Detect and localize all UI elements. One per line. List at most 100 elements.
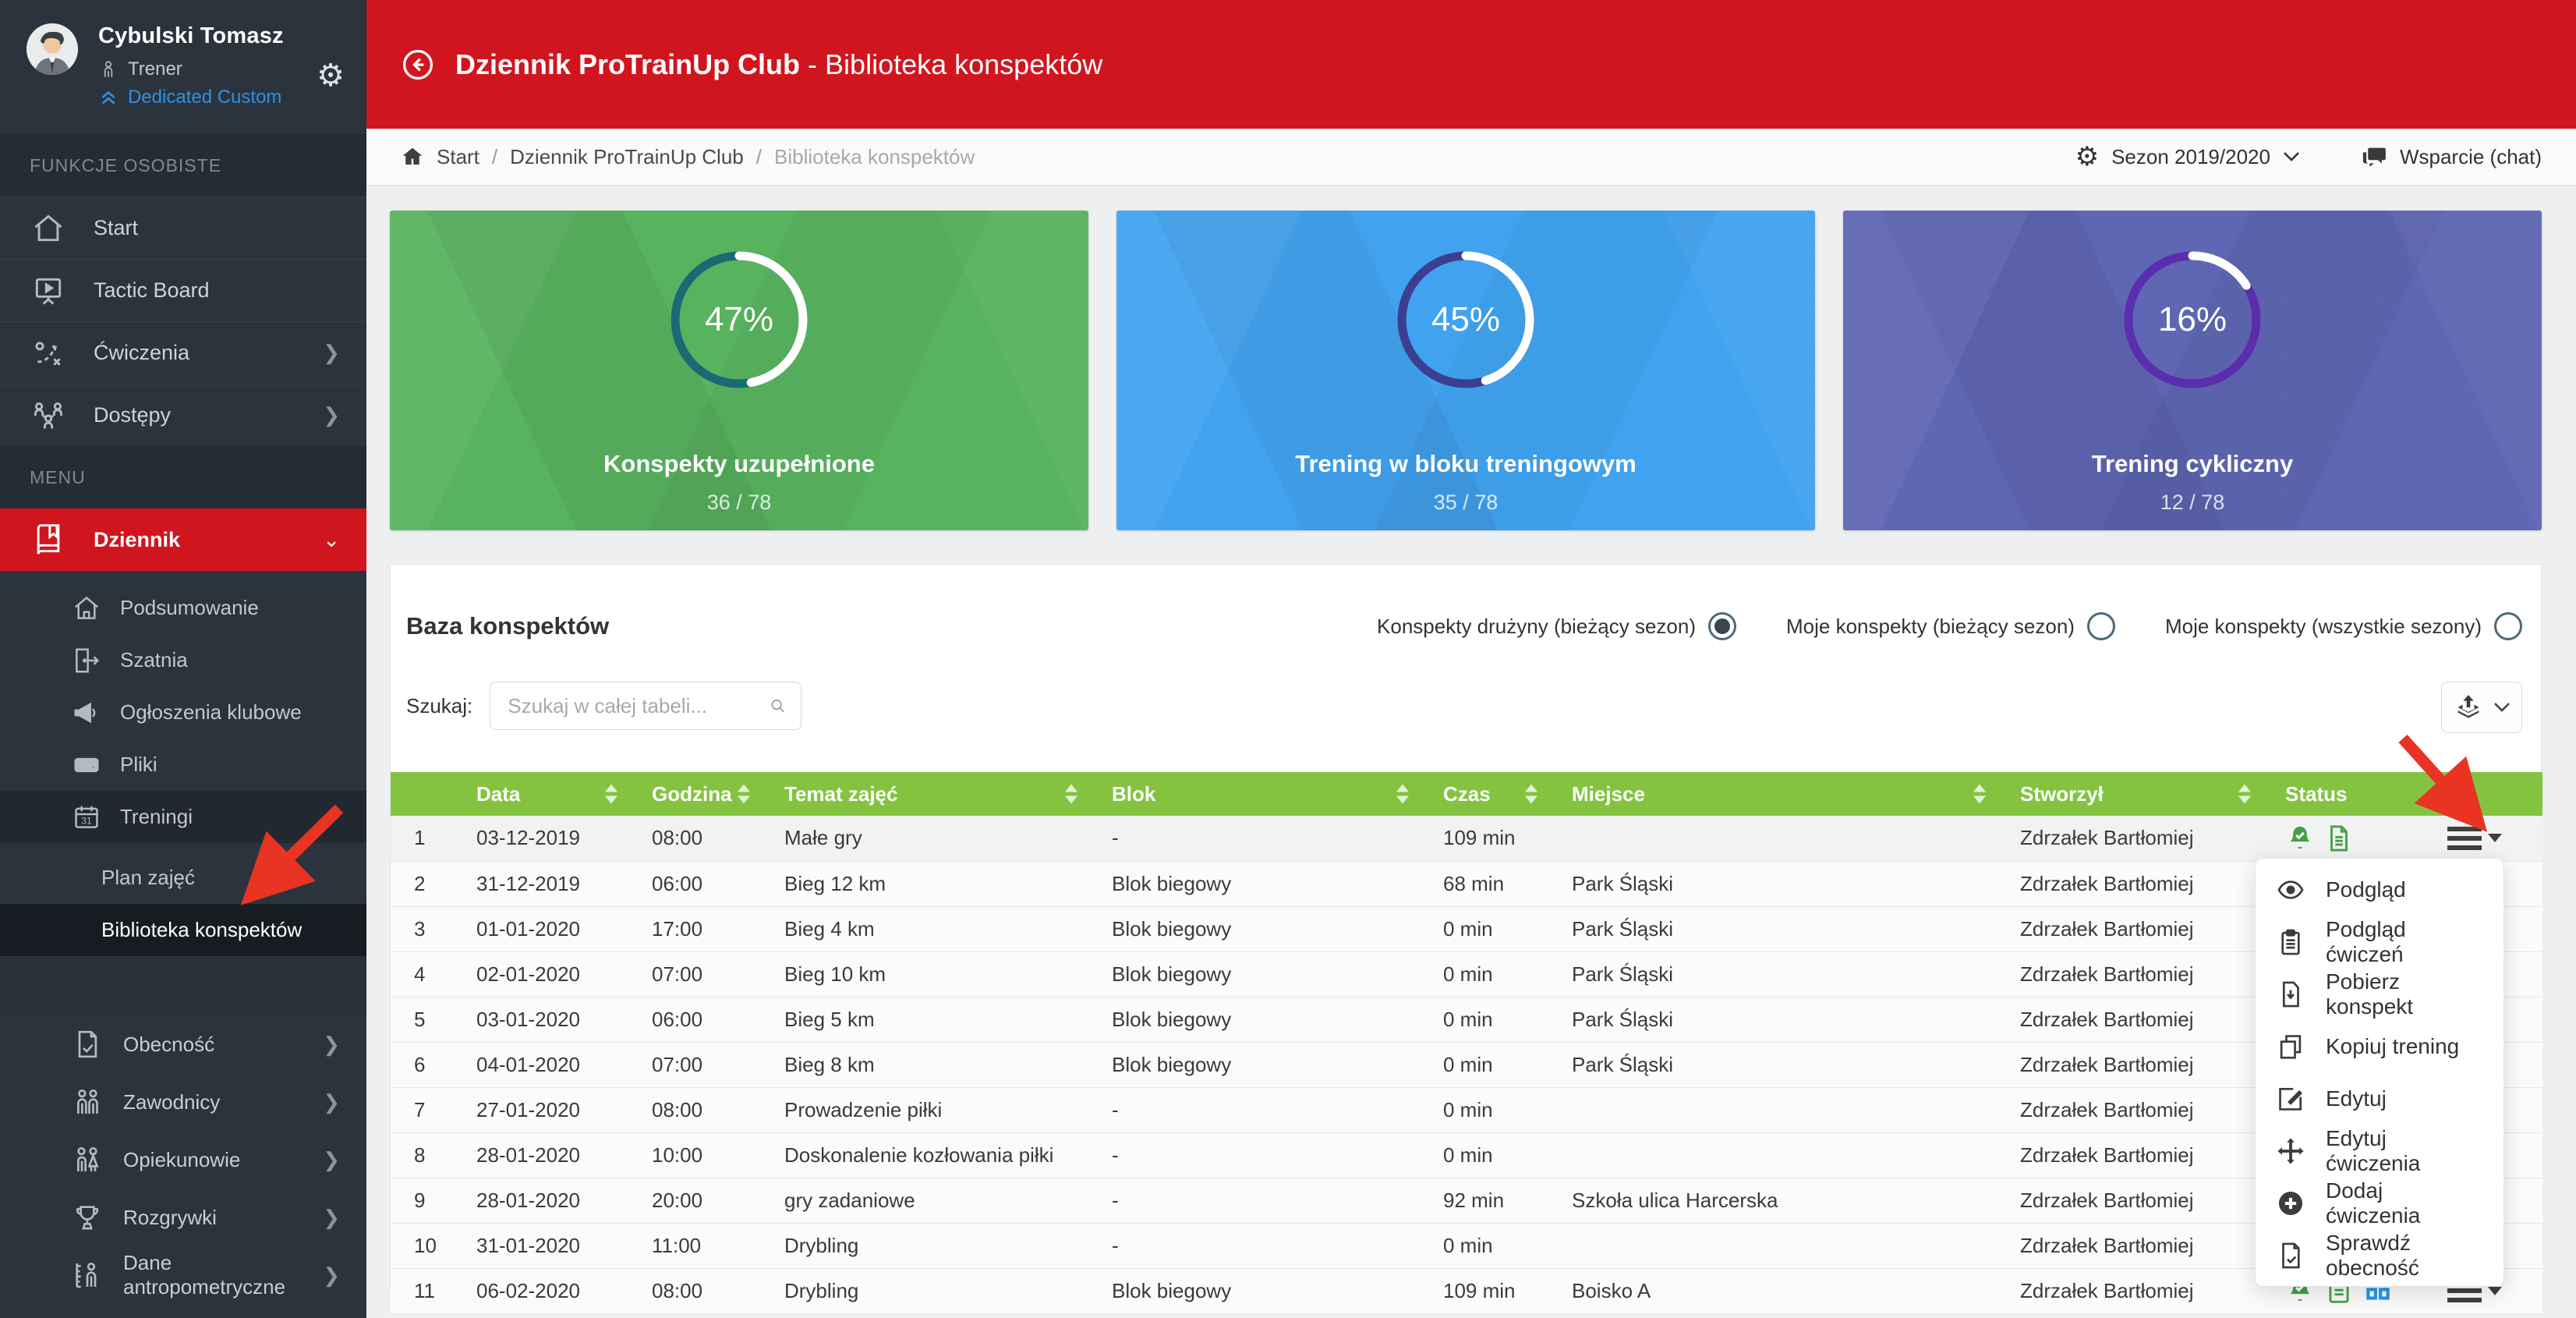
col-miejsce[interactable]: Miejsce [1548, 772, 1997, 816]
chevron-right-icon: ❯ [323, 341, 340, 365]
col-stworzyl[interactable]: Stworzył [1997, 772, 2262, 816]
col-godzina[interactable]: Godzina [628, 772, 761, 816]
col-czas[interactable]: Czas [1420, 772, 1548, 816]
sidebar-item-zawodnicy[interactable]: Zawodnicy ❯ [0, 1073, 366, 1131]
export-button[interactable] [2441, 682, 2522, 733]
table-row[interactable]: 727-01-202008:00 Prowadzenie piłki-0 min… [391, 1087, 2542, 1132]
sidebar-item-dostepy[interactable]: Dostępy ❯ [0, 384, 366, 446]
page-title: Dziennik ProTrainUp Club - Biblioteka ko… [455, 48, 1102, 81]
main-content: 47% Konspekty uzupełnione 36 / 78 45% Tr… [366, 186, 2576, 1318]
search-input[interactable] [508, 694, 769, 718]
chevron-right-icon: ❯ [323, 1090, 340, 1114]
breadcrumb-dziennik[interactable]: Dziennik ProTrainUp Club [510, 145, 744, 169]
card-title: Trening cykliczny [1843, 450, 2542, 478]
menu-item-edytuj-cwiczenia[interactable]: Edytuj ćwiczenia [2256, 1125, 2503, 1177]
table-row[interactable]: 231-12-201906:00 Bieg 12 kmBlok biegowy6… [391, 861, 2542, 906]
sort-icon[interactable] [1065, 785, 1077, 804]
user-role: Trener [128, 58, 182, 80]
menu-item-edytuj[interactable]: Edytuj [2256, 1072, 2503, 1125]
table-row[interactable]: 928-01-202020:00 gry zadaniowe-92 min Sz… [391, 1178, 2542, 1223]
table-row[interactable]: 402-01-202007:00 Bieg 10 kmBlok biegowy0… [391, 951, 2542, 997]
user-plan-link[interactable]: Dedicated Custom [98, 87, 317, 108]
caret-down-icon [2488, 1287, 2502, 1295]
table-row[interactable]: 1031-01-202011:00 Drybling-0 min Zdrzałe… [391, 1223, 2542, 1268]
sidebar-item-obecnosc[interactable]: Obecność ❯ [0, 1015, 366, 1073]
access-network-icon [31, 399, 65, 433]
sidebar-divider [0, 956, 366, 1015]
radio-moje-wszystkie[interactable]: Moje konspekty (wszystkie sezony) [2165, 612, 2522, 640]
stat-card-konspekty: 47% Konspekty uzupełnione 36 / 78 [390, 211, 1088, 530]
breadcrumb-start[interactable]: Start [437, 145, 479, 169]
search-box [490, 682, 801, 730]
menu-item-dodaj-cwiczenia[interactable]: Dodaj ćwiczenia [2256, 1177, 2503, 1229]
row-actions-menu-button[interactable] [2447, 827, 2502, 850]
sidebar-item-opiekunowie[interactable]: Opiekunowie ❯ [0, 1131, 366, 1189]
move-icon [2276, 1136, 2305, 1166]
sidebar-item-treningi[interactable]: 31 Treningi ⌄ [0, 791, 366, 843]
menu-item-podglad[interactable]: Podgląd [2256, 863, 2503, 916]
calendar-icon: 31 [72, 802, 101, 832]
sort-icon[interactable] [738, 785, 750, 804]
sidebar-item-dziennik[interactable]: Dziennik ⌄ [0, 508, 366, 571]
sidebar-item-dane-antropometryczne[interactable]: Dane antropometryczne ❯ [0, 1246, 366, 1304]
avatar [27, 23, 78, 75]
sidebar-item-plan-zajec[interactable]: Plan zajęć [0, 852, 366, 904]
sidebar-item-podsumowanie[interactable]: Podsumowanie [0, 582, 366, 634]
stat-cards: 47% Konspekty uzupełnione 36 / 78 45% Tr… [390, 211, 2542, 530]
person-icon [98, 59, 119, 80]
table-header-row: Data Godzina Temat zajęć Blok Czas Miejs… [391, 772, 2542, 816]
double-chevron-up-icon [98, 87, 119, 108]
table-row[interactable]: 301-01-202017:00 Bieg 4 kmBlok biegowy0 … [391, 906, 2542, 951]
table-row[interactable]: 503-01-202006:00 Bieg 5 kmBlok biegowy0 … [391, 997, 2542, 1042]
sidebar-item-start[interactable]: Start [0, 197, 366, 259]
door-exit-icon [72, 646, 101, 675]
sidebar-item-ogloszenia[interactable]: Ogłoszenia klubowe [0, 686, 366, 739]
radio-moje-biezacy[interactable]: Moje konspekty (bieżący sezon) [1786, 612, 2115, 640]
radio-button[interactable] [2087, 612, 2115, 640]
chevron-right-icon: ❯ [323, 1033, 340, 1057]
sort-icon[interactable] [1525, 785, 1537, 804]
attendance-doc-icon [72, 1029, 103, 1060]
section-label-personal: FUNKCJE OSOBISTE [0, 134, 366, 197]
support-chat-button[interactable]: Wsparcie (chat) [2361, 143, 2542, 170]
sidebar-item-cwiczenia[interactable]: Ćwiczenia ❯ [0, 321, 366, 384]
sidebar-item-szatnia[interactable]: Szatnia [0, 634, 366, 686]
sort-icon[interactable] [1396, 785, 1409, 804]
menu-item-sprawdz-obecnosc[interactable]: Sprawdź obecność [2256, 1229, 2503, 1281]
col-status: Status [2262, 772, 2542, 816]
menu-item-kopiuj-trening[interactable]: Kopiuj trening [2256, 1020, 2503, 1072]
radio-button[interactable] [1708, 612, 1736, 640]
sort-icon[interactable] [605, 785, 617, 804]
drive-icon [72, 750, 101, 780]
col-number[interactable] [391, 772, 453, 816]
col-temat[interactable]: Temat zajęć [761, 772, 1088, 816]
search-icon [769, 694, 787, 717]
filter-radio-group: Konspekty drużyny (bieżący sezon) Moje k… [1377, 612, 2522, 640]
radio-konspekty-druzyny[interactable]: Konspekty drużyny (bieżący sezon) [1377, 612, 1736, 640]
table-row[interactable]: 1106-02-202008:00 DryblingBlok biegowy10… [391, 1268, 2542, 1313]
col-data[interactable]: Data [453, 772, 628, 816]
sidebar-item-pliki[interactable]: Pliki [0, 739, 366, 791]
radio-button[interactable] [2494, 612, 2522, 640]
season-selector[interactable]: ⚙ Sezon 2019/2020 [2075, 141, 2300, 172]
anthropometry-icon [72, 1260, 103, 1291]
sidebar-item-rozgrywki[interactable]: Rozgrywki ❯ [0, 1189, 366, 1246]
table-row[interactable]: 828-01-202010:00 Doskonalenie kozłowania… [391, 1132, 2542, 1178]
settings-gear-icon[interactable]: ⚙ [317, 58, 345, 134]
sort-icon[interactable] [1973, 785, 1986, 804]
table-row[interactable]: 103-12-201908:00 Małe gry-109 min Zdrzał… [391, 816, 2542, 861]
sidebar-item-biblioteka-konspektow[interactable]: Biblioteka konspektów [0, 904, 366, 956]
home-icon[interactable] [401, 145, 424, 168]
chevron-right-icon: ❯ [323, 1206, 340, 1230]
section-label-menu: MENU [0, 446, 366, 508]
menu-item-podglad-cwiczen[interactable]: Podgląd ćwiczeń [2256, 916, 2503, 968]
user-profile[interactable]: Cybulski Tomasz Trener Dedicated Custom … [0, 0, 366, 134]
sort-icon[interactable] [2238, 785, 2251, 804]
menu-item-pobierz-konspekt[interactable]: Pobierz konspekt [2256, 968, 2503, 1020]
stat-card-cykliczny: 16% Trening cykliczny 12 / 78 [1843, 211, 2542, 530]
sidebar-item-tactic-board[interactable]: Tactic Board [0, 259, 366, 321]
back-icon[interactable] [401, 48, 435, 82]
card-title: Trening w bloku treningowym [1116, 450, 1815, 478]
col-blok[interactable]: Blok [1088, 772, 1420, 816]
table-row[interactable]: 604-01-202007:00 Bieg 8 kmBlok biegowy0 … [391, 1042, 2542, 1087]
